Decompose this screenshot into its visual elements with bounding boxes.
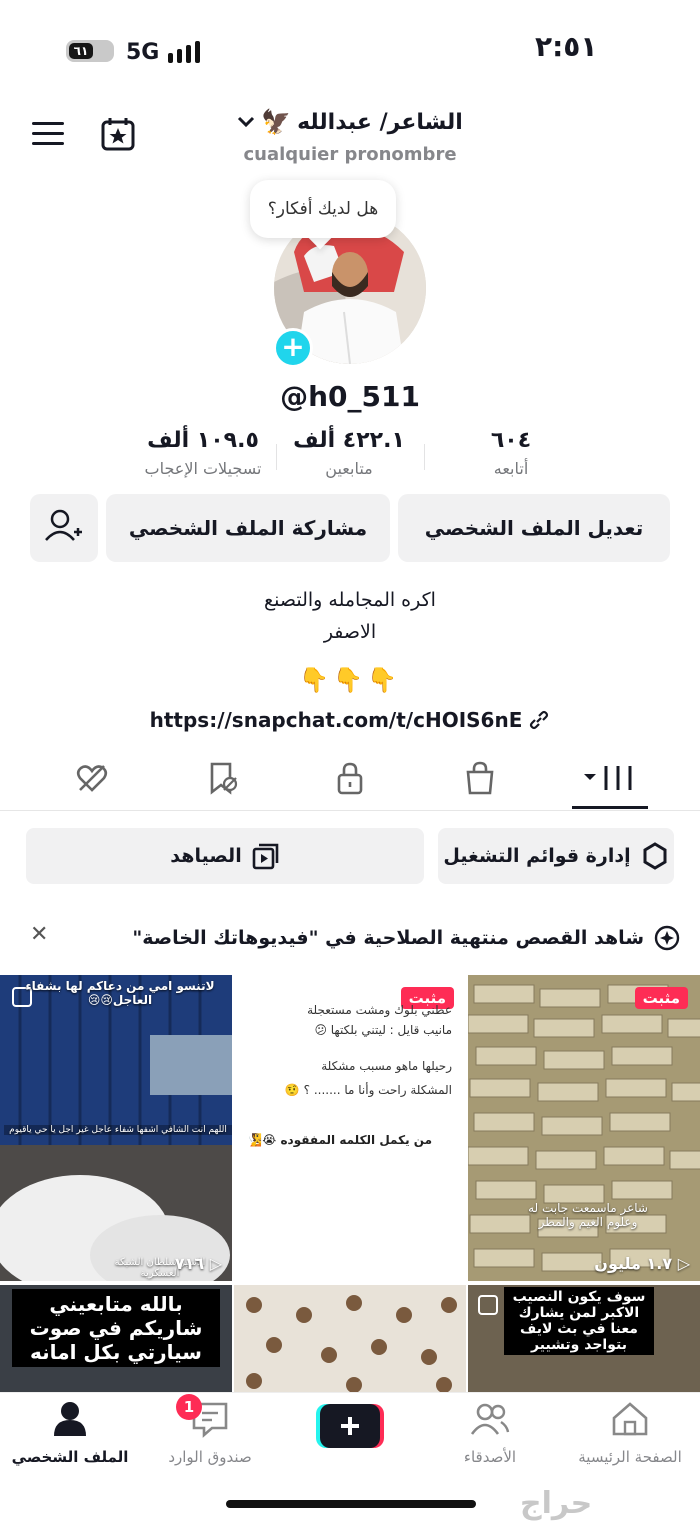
friends-icon (470, 1403, 510, 1435)
post-line-2: مانيب قايل : ليتني بلكتها 😕 (314, 1023, 452, 1037)
collection-label: الصياهد (170, 845, 242, 867)
nav-friends-label: الأصدقاء (463, 1448, 517, 1466)
view-count: ▷ ١.٧ مليون (594, 1254, 690, 1273)
video-overlay-text: شاعر ماسمعت جابت له وعلوم الغيم والمطر (528, 1201, 648, 1229)
post-line-5: من يكمل الكلمه المفقوده 😭🧏 (247, 1133, 432, 1147)
add-user-icon (45, 509, 82, 541)
following-stat[interactable]: ٦٠٤ أتابعه (436, 428, 586, 478)
manage-playlists-button[interactable]: إدارة قوائم التشغيل (438, 828, 674, 884)
nav-home[interactable]: الصفحة الرئيسية (560, 1400, 700, 1466)
bio-line-2: الاصفر (323, 621, 377, 643)
nav-friends[interactable]: الأصدقاء (420, 1400, 560, 1466)
bio-link[interactable]: https://snapchat.com/t/cHOIS6nE (120, 704, 580, 736)
network-type: 5G (126, 40, 160, 65)
following-label: أتابعه (493, 459, 529, 478)
video-thumbnail[interactable]: بالله متابعيني شاريكم في صوت سيارتي بكل … (0, 1285, 232, 1392)
account-switcher[interactable]: الشاعر/ عبدالله 🦅 (225, 104, 475, 140)
nav-home-label: الصفحة الرئيسية (578, 1448, 682, 1466)
nav-profile[interactable]: الملف الشخصي (0, 1400, 140, 1466)
manage-playlists-label: إدارة قوائم التشغيل (443, 845, 631, 867)
sparkle-icon (654, 925, 680, 951)
add-story-button[interactable]: + (273, 328, 313, 368)
liked-private-icon[interactable] (74, 760, 110, 796)
notice-text: شاهد القصص منتهية الصلاحية في "فيديوهاتك… (132, 927, 644, 949)
favorites-private-icon[interactable] (204, 760, 240, 796)
video-thumbnail[interactable]: مثبت شاعر ماسمعت جابت له وعلوم الغيم وال… (468, 975, 700, 1281)
view-count-value: ١.٧ مليون (594, 1254, 673, 1273)
money-photo (468, 975, 700, 1281)
post-line-3: رحيلها ماهو مسبب مشكلة (321, 1059, 452, 1073)
home-indicator[interactable] (226, 1500, 476, 1508)
shop-bag-icon[interactable] (462, 760, 498, 796)
calendar-star-icon[interactable] (100, 116, 136, 152)
status-time: ٢:٥١ (535, 30, 598, 63)
battery-level: ٦١ (69, 43, 93, 59)
bio: اكره المجامله والتصنع الاصفر (150, 584, 550, 648)
video-caption: بالله متابعيني شاريكم في صوت سيارتي بكل … (12, 1289, 220, 1367)
create-button[interactable] (316, 1404, 384, 1448)
followers-stat[interactable]: ٤٢٢.١ ألف متابعين (274, 428, 424, 478)
video-thumbnail[interactable]: سوف يكون النصيب الاكبر لمن يشارك معنا في… (468, 1285, 700, 1392)
bio-emojis: 👇👇👇 (299, 666, 401, 694)
followers-count: ٤٢٢.١ ألف (293, 428, 405, 453)
chevron-down-icon (238, 116, 255, 128)
view-count: ▷ ٧١٦ (174, 1254, 222, 1273)
post-line-1: عطني بلوك ومشت مستعجلة (307, 1003, 452, 1017)
video-thumbnail[interactable]: مثبت عطني بلوك ومشت مستعجلة مانيب قايل :… (234, 975, 466, 1281)
nav-inbox[interactable]: صندوق الوارد (140, 1400, 280, 1466)
likes-count: ١٠٩.٥ ألف (147, 428, 259, 453)
display-name: الشاعر/ عبدالله (297, 109, 463, 135)
video-overlay-mid: اللهم انت الشافي اشفها شفاء عاجل غير اجل… (4, 1125, 232, 1135)
pinned-badge: مثبت (634, 987, 688, 1009)
edit-profile-button[interactable]: تعديل الملف الشخصي (398, 494, 670, 562)
add-friend-button[interactable] (30, 494, 98, 562)
likes-stat[interactable]: ١٠٩.٥ ألف تسجيلات الإعجاب (128, 428, 278, 478)
videos-grid-icon[interactable] (584, 760, 636, 796)
likes-label: تسجيلات الإعجاب (144, 459, 262, 478)
username: @h0_511 (280, 380, 420, 413)
profile-icon (54, 1402, 86, 1436)
stat-divider (424, 444, 425, 470)
nav-profile-label: الملف الشخصي (11, 1448, 129, 1466)
close-icon[interactable]: ✕ (30, 922, 48, 947)
inbox-badge: 1 (176, 1394, 202, 1420)
video-thumbnail[interactable] (234, 1285, 466, 1392)
gear-icon (643, 842, 667, 870)
share-profile-button[interactable]: مشاركة الملف الشخصي (106, 494, 390, 562)
eagle-emoji: 🦅 (261, 108, 292, 136)
video-caption: سوف يكون النصيب الاكبر لمن يشارك معنا في… (504, 1287, 654, 1355)
collection-button[interactable]: الصياهد (26, 828, 424, 884)
view-count-value: ٧١٦ (174, 1254, 205, 1273)
followers-label: متابعين (325, 459, 373, 478)
lock-icon[interactable] (332, 760, 368, 796)
battery-icon: ٦١ (66, 40, 114, 62)
bio-line-1: اكره المجامله والتصنع (264, 589, 436, 611)
video-overlay-top: لاتنسو امي من دعاكم لها بشفاء العاجل😢😢 (25, 979, 215, 1007)
signal-icon (168, 41, 200, 63)
nav-inbox-label: صندوق الوارد (168, 1448, 252, 1466)
home-icon (612, 1402, 648, 1436)
menu-icon[interactable] (32, 120, 64, 148)
playlist-icon (252, 843, 279, 870)
watermark: حراج (520, 1486, 593, 1521)
video-thumbnail[interactable]: لاتنسو امي من دعاكم لها بشفاء العاجل😢😢 ا… (0, 975, 232, 1281)
ceiling-pattern (246, 1295, 457, 1392)
pronoun: cualquier pronombre (243, 144, 457, 165)
post-line-4: المشكلة راحت وأنا ما ....... ؟ 🤨 (284, 1083, 452, 1097)
expired-stories-notice[interactable]: شاهد القصص منتهية الصلاحية في "فيديوهاتك… (20, 920, 680, 956)
following-count: ٦٠٤ (490, 428, 532, 453)
multi-image-icon (478, 1295, 498, 1315)
tab-divider (0, 810, 700, 811)
link-icon (530, 710, 549, 730)
thought-bubble[interactable]: هل لديك أفكار؟ (250, 180, 396, 238)
active-tab-indicator (572, 806, 648, 809)
link-text: https://snapchat.com/t/cHOIS6nE (149, 708, 523, 732)
